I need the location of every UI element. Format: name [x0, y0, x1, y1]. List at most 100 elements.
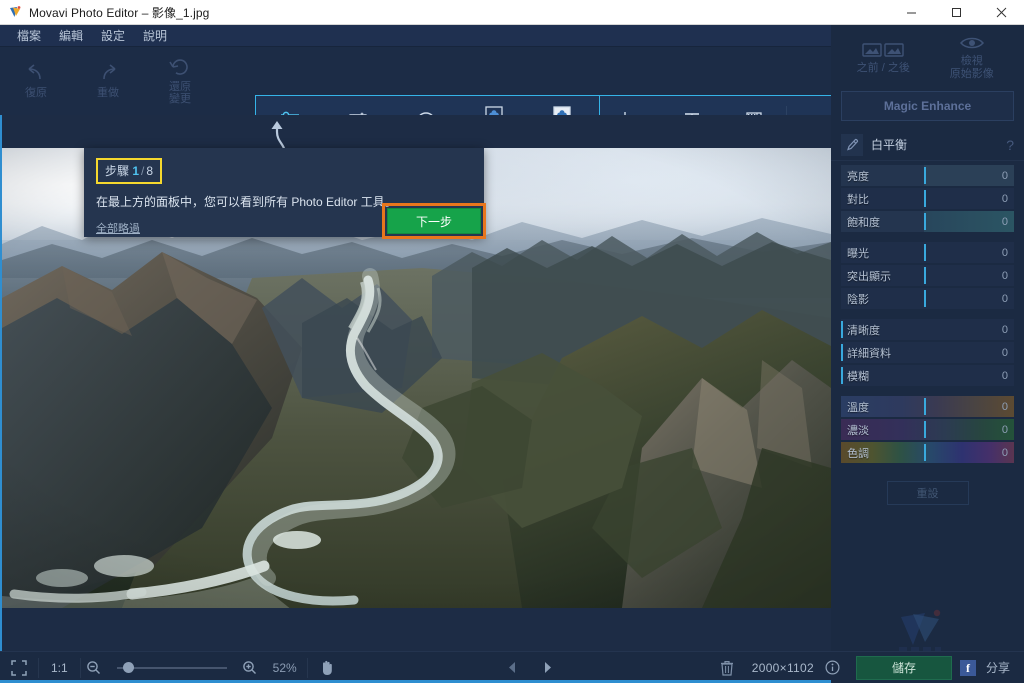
slider-highlights-label: 突出顯示: [847, 270, 891, 283]
revert-label: 還原 變更: [169, 81, 191, 105]
slider-handle[interactable]: [841, 344, 843, 361]
eye-icon: [959, 35, 985, 51]
delete-image-button[interactable]: [710, 652, 744, 683]
slider-handle[interactable]: [924, 444, 927, 461]
minimize-button[interactable]: [889, 0, 934, 25]
slider-handle[interactable]: [924, 190, 927, 207]
undo-label: 復原: [25, 87, 47, 99]
before-after-button[interactable]: 之前 / 之後: [839, 42, 928, 75]
tour-skip-all-link[interactable]: 全部略過: [96, 223, 140, 235]
eyedropper-icon[interactable]: [841, 133, 863, 156]
slider-handle[interactable]: [841, 321, 843, 338]
slider-handle[interactable]: [924, 290, 927, 307]
maximize-button[interactable]: [934, 0, 979, 25]
slider-brightness-value: 0: [1001, 169, 1008, 182]
white-balance-help-icon[interactable]: ?: [1006, 137, 1014, 153]
undo-button[interactable]: 復原: [0, 47, 72, 115]
slider-group-basic: 亮度 0 對比 0 飽和度 0: [831, 161, 1024, 232]
slider-clarity[interactable]: 清晰度 0: [841, 319, 1014, 340]
view-original-label: 檢視 原始影像: [949, 55, 994, 80]
slider-temperature[interactable]: 溫度 0: [841, 396, 1014, 417]
info-icon: [825, 660, 840, 675]
slider-exposure-value: 0: [1001, 246, 1008, 259]
movavi-watermark-icon: [883, 597, 973, 656]
zoom-slider[interactable]: [113, 658, 231, 678]
white-balance-row[interactable]: 白平衡 ?: [831, 129, 1024, 161]
slider-handle[interactable]: [924, 244, 927, 261]
zoom-out-button[interactable]: [81, 652, 107, 683]
slider-temperature-label: 溫度: [847, 401, 869, 414]
slider-exposure[interactable]: 曝光 0: [841, 242, 1014, 263]
save-button[interactable]: 儲存: [855, 655, 952, 680]
slider-highlights[interactable]: 突出顯示 0: [841, 265, 1014, 286]
slider-group-detail: 清晰度 0 詳細資料 0 模糊 0: [831, 315, 1024, 386]
close-button[interactable]: [979, 0, 1024, 25]
fit-to-screen-icon: [11, 659, 27, 676]
tour-step-indicator: 步驟 1/8: [96, 158, 163, 184]
hand-tool-icon: [319, 659, 335, 676]
slider-handle[interactable]: [924, 213, 927, 230]
revert-icon: [168, 57, 192, 77]
slider-handle[interactable]: [924, 421, 927, 438]
revert-changes-button[interactable]: 還原 變更: [144, 47, 216, 115]
slider-saturation[interactable]: 飽和度 0: [841, 211, 1014, 232]
slider-handle[interactable]: [841, 367, 843, 384]
slider-handle[interactable]: [924, 267, 927, 284]
tour-step-label: 步驟: [105, 164, 130, 178]
redo-icon: [96, 63, 120, 83]
reset-button[interactable]: 重設: [886, 481, 969, 505]
menu-item-help[interactable]: 說明: [134, 25, 176, 47]
slider-brightness-label: 亮度: [847, 170, 869, 183]
slider-details[interactable]: 詳細資料 0: [841, 342, 1014, 363]
fit-to-screen-button[interactable]: [0, 652, 38, 683]
slider-contrast-label: 對比: [847, 193, 869, 206]
tour-step-current: 1: [132, 164, 140, 178]
slider-shadows[interactable]: 陰影 0: [841, 288, 1014, 309]
zoom-slider-knob[interactable]: [122, 662, 134, 673]
view-original-button[interactable]: 檢視 原始影像: [928, 35, 1017, 81]
window-title: Movavi Photo Editor – 影像_1.jpg: [29, 5, 210, 20]
menu-item-file[interactable]: 檔案: [8, 25, 50, 47]
slider-handle[interactable]: [924, 398, 927, 415]
redo-button[interactable]: 重做: [72, 47, 144, 115]
slider-clarity-value: 0: [1001, 323, 1008, 336]
tour-step-total: 8: [146, 164, 154, 178]
slider-group-color: 溫度 0 濃淡 0 色調 0: [831, 392, 1024, 463]
movavi-logo-icon: [8, 5, 22, 19]
slider-contrast-value: 0: [1001, 192, 1008, 205]
history-buttons: 復原 重做 還原 變更: [0, 47, 216, 115]
slider-blur[interactable]: 模糊 0: [841, 365, 1014, 386]
magic-enhance-button[interactable]: Magic Enhance: [841, 91, 1014, 121]
trash-icon: [720, 660, 734, 676]
share-button[interactable]: 分享: [976, 659, 1024, 676]
menu-item-edit[interactable]: 編輯: [50, 25, 92, 47]
tour-next-highlight: 下一步: [382, 203, 486, 239]
before-after-label: 之前 / 之後: [856, 61, 910, 74]
hand-tool-button[interactable]: [308, 652, 346, 683]
slider-group-exposure: 曝光 0 突出顯示 0 陰影 0: [831, 238, 1024, 309]
slider-hue[interactable]: 色調 0: [841, 442, 1014, 463]
zoom-in-button[interactable]: [237, 652, 263, 683]
undo-icon: [24, 63, 48, 83]
slider-highlights-value: 0: [1001, 269, 1008, 282]
slider-handle[interactable]: [924, 167, 927, 184]
tour-step-separator: /: [141, 164, 145, 178]
window-controls: [889, 0, 1024, 25]
reset-row: 重設: [831, 481, 1024, 505]
slider-blur-value: 0: [1001, 369, 1008, 382]
menu-item-settings[interactable]: 設定: [92, 25, 134, 47]
tour-next-button[interactable]: 下一步: [387, 208, 481, 234]
slider-tint[interactable]: 濃淡 0: [841, 419, 1014, 440]
image-info-button[interactable]: [822, 652, 844, 683]
next-image-button[interactable]: [541, 661, 554, 674]
slider-brightness[interactable]: 亮度 0: [841, 165, 1014, 186]
previous-image-button[interactable]: [506, 661, 519, 674]
zoom-in-icon: [242, 660, 257, 675]
actual-size-button[interactable]: 1:1: [39, 661, 80, 675]
title-bar: Movavi Photo Editor – 影像_1.jpg: [0, 0, 1024, 25]
slider-tint-label: 濃淡: [847, 424, 869, 437]
slider-contrast[interactable]: 對比 0: [841, 188, 1014, 209]
facebook-icon[interactable]: f: [959, 659, 976, 676]
slider-blur-label: 模糊: [847, 370, 869, 383]
slider-shadows-label: 陰影: [847, 293, 869, 306]
